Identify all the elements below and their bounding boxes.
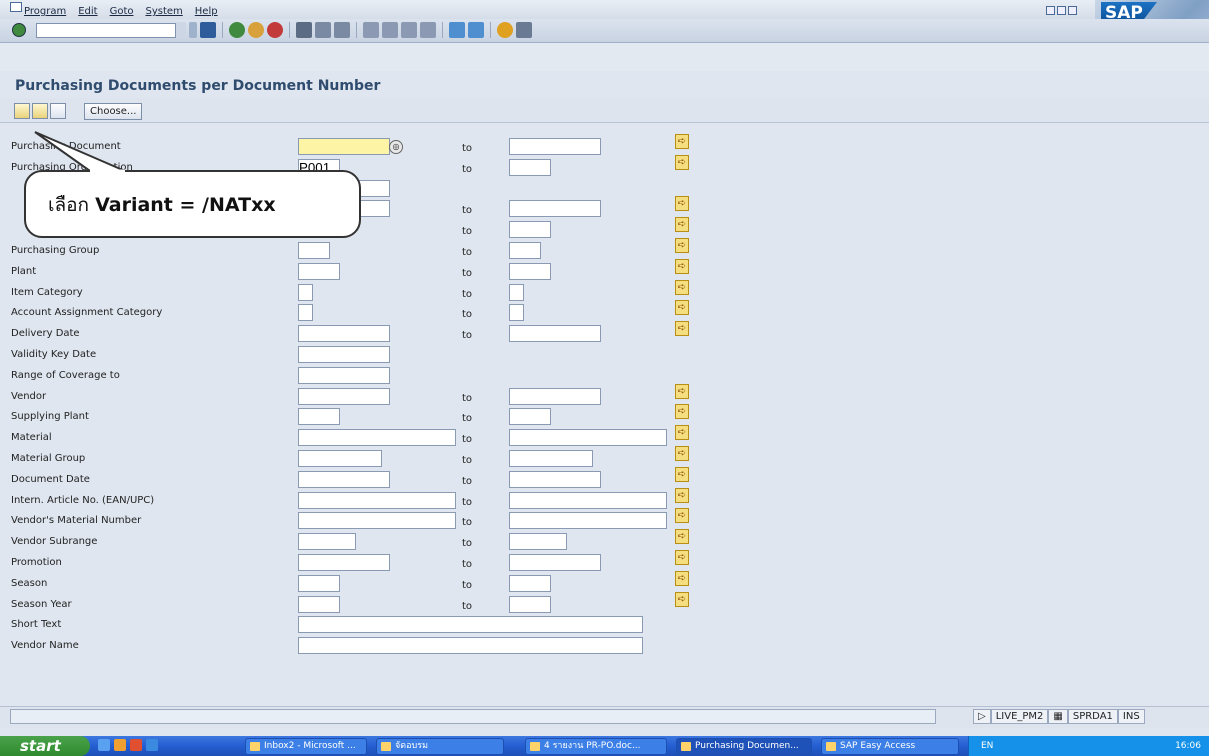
media-icon[interactable] — [114, 739, 126, 751]
insert-mode: INS — [1117, 709, 1145, 724]
status-expand-icon[interactable]: ▷ — [973, 709, 991, 724]
system-tray: EN 16:06 — [968, 736, 1209, 756]
callout-tail-cover — [90, 169, 125, 173]
server-icon[interactable]: ▦ — [1048, 709, 1068, 724]
ie-icon[interactable] — [146, 739, 158, 751]
task-purchasing-docs[interactable]: Purchasing Documen... — [676, 738, 812, 755]
start-button[interactable]: start — [0, 736, 90, 756]
task-word-doc[interactable]: 4 รายงาน PR-PO.doc... — [525, 738, 667, 755]
matchcode-icon[interactable]: ◎ — [389, 140, 403, 154]
system-id: LIVE_PM2 — [990, 709, 1049, 724]
clock: 16:06 — [1175, 741, 1201, 751]
desktop-icon[interactable] — [98, 739, 110, 751]
language-indicator[interactable]: EN — [981, 736, 993, 756]
callout-variant: Variant = /NATxx — [95, 194, 276, 216]
task-folder[interactable]: จัดอบรม — [376, 738, 504, 755]
status-message-field — [10, 709, 936, 724]
browser-icon[interactable] — [130, 739, 142, 751]
task-inbox[interactable]: Inbox2 - Microsoft ... — [245, 738, 367, 755]
callout-prefix: เลือก — [48, 194, 96, 216]
callout-text: เลือก Variant = /NATxx — [48, 190, 276, 220]
task-sap-easy-access[interactable]: SAP Easy Access — [821, 738, 959, 755]
client-id: SPRDA1 — [1067, 709, 1118, 724]
system-info: ▷ LIVE_PM2 ▦ SPRDA1 INS — [973, 709, 1145, 724]
quick-launch — [98, 739, 158, 751]
